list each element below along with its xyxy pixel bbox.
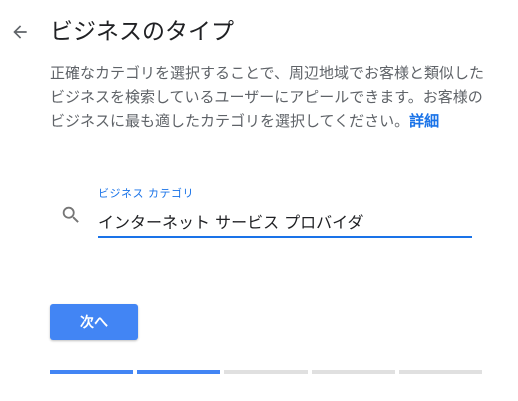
learn-more-link[interactable]: 詳細 [409,112,439,130]
progress-step [311,370,395,374]
page-title: ビジネスのタイプ [50,19,234,45]
search-icon [60,204,82,226]
back-button[interactable] [6,18,34,46]
progress-indicator [50,370,483,374]
category-field-label: ビジネス カテゴリ [98,187,194,200]
category-input[interactable] [98,206,472,238]
progress-step [137,370,221,374]
progress-step [50,370,134,374]
arrow-back-icon [13,25,27,39]
description: 正確なカテゴリを選択することで、周辺地域でお客様と類似したビジネスを検索している… [50,61,490,133]
next-button[interactable]: 次へ [50,304,138,340]
progress-step [398,370,483,374]
category-field: ビジネス カテゴリ [56,182,476,242]
progress-step [224,370,308,374]
